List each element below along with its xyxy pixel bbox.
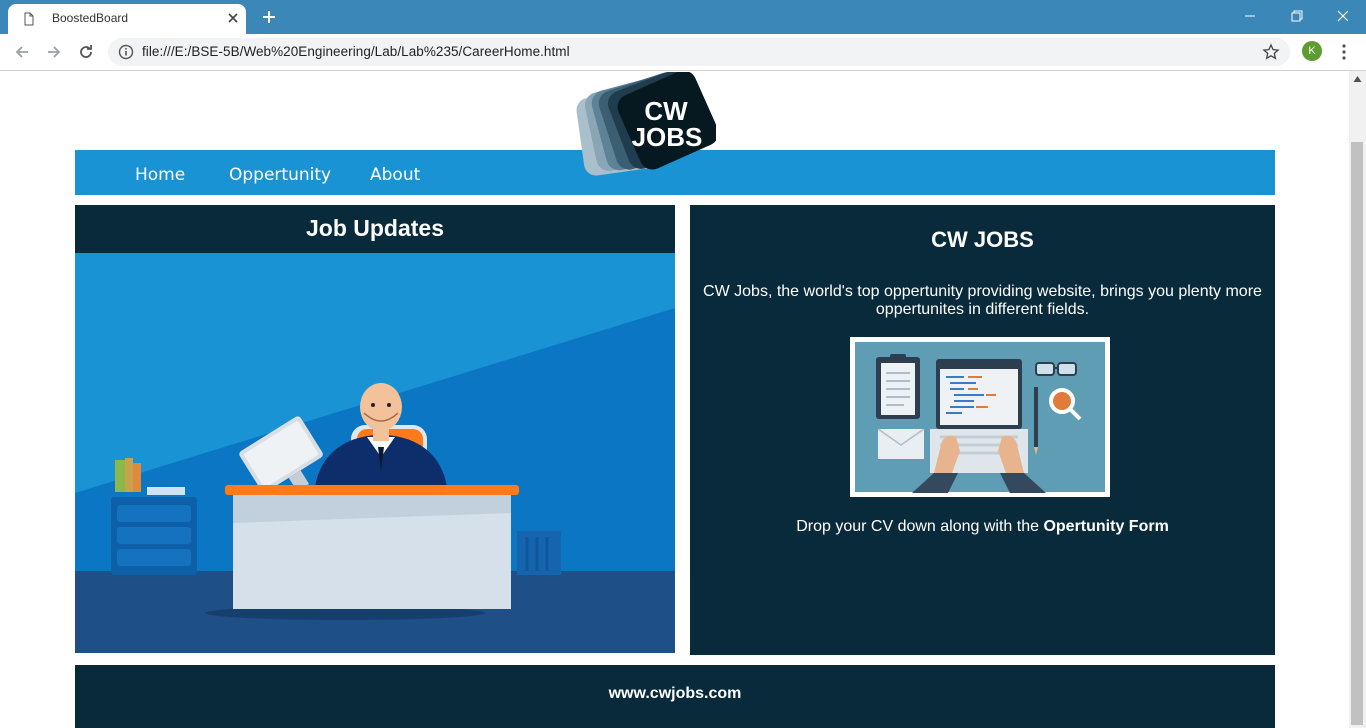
- minimize-icon[interactable]: [1238, 5, 1262, 27]
- info-title: CW JOBS: [931, 227, 1034, 252]
- page-scrollbar[interactable]: [1349, 71, 1366, 728]
- back-icon[interactable]: [12, 42, 32, 62]
- nav-oppertunity-link[interactable]: Oppertunity: [229, 165, 331, 185]
- bookmark-star-icon[interactable]: [1262, 43, 1280, 61]
- info-icon[interactable]: [118, 44, 134, 60]
- close-window-icon[interactable]: [1331, 5, 1355, 27]
- reload-icon[interactable]: [76, 42, 96, 62]
- new-tab-icon[interactable]: [260, 8, 278, 26]
- nav-about-link[interactable]: About: [370, 165, 420, 185]
- logo-line-jobs: JOBS: [632, 122, 703, 152]
- browser-tab-strip: BoostedBoard: [0, 0, 1366, 34]
- cw-jobs-logo[interactable]: CW JOBS: [576, 72, 716, 176]
- profile-avatar[interactable]: K: [1302, 41, 1322, 61]
- scroll-thumb[interactable]: [1351, 142, 1363, 725]
- restore-icon[interactable]: [1285, 5, 1309, 27]
- cw-jobs-info-panel: CW JOBS CW Jobs, the world's top oppertu…: [690, 205, 1275, 655]
- scroll-up-arrow-icon[interactable]: [1353, 75, 1362, 83]
- page-footer: www.cwjobs.com: [75, 665, 1275, 728]
- more-menu-icon[interactable]: [1336, 42, 1352, 62]
- nav-home-link[interactable]: Home: [135, 165, 185, 185]
- tab-title: BoostedBoard: [52, 11, 129, 25]
- browser-tab[interactable]: BoostedBoard: [8, 4, 246, 34]
- url-text: file:///E:/BSE-5B/Web%20Engineering/Lab/…: [142, 44, 570, 59]
- cta-text: Drop your CV down along with the: [796, 518, 1044, 535]
- close-tab-icon[interactable]: [224, 9, 242, 27]
- page-icon: [24, 12, 34, 26]
- forward-icon[interactable]: [44, 42, 64, 62]
- cv-call-to-action: Drop your CV down along with the Opertun…: [690, 518, 1275, 536]
- footer-website-link[interactable]: www.cwjobs.com: [75, 685, 1275, 703]
- info-description: CW Jobs, the world's top oppertunity pro…: [703, 283, 1262, 318]
- opertunity-form-link[interactable]: Opertunity Form: [1043, 518, 1168, 535]
- address-bar[interactable]: file:///E:/BSE-5B/Web%20Engineering/Lab/…: [108, 38, 1290, 66]
- job-updates-title: Job Updates: [305, 215, 445, 241]
- job-updates-panel: Job Updates: [75, 205, 675, 653]
- office-desk-illustration: [75, 253, 675, 653]
- browser-toolbar: file:///E:/BSE-5B/Web%20Engineering/Lab/…: [0, 34, 1366, 71]
- workspace-image: [850, 337, 1110, 497]
